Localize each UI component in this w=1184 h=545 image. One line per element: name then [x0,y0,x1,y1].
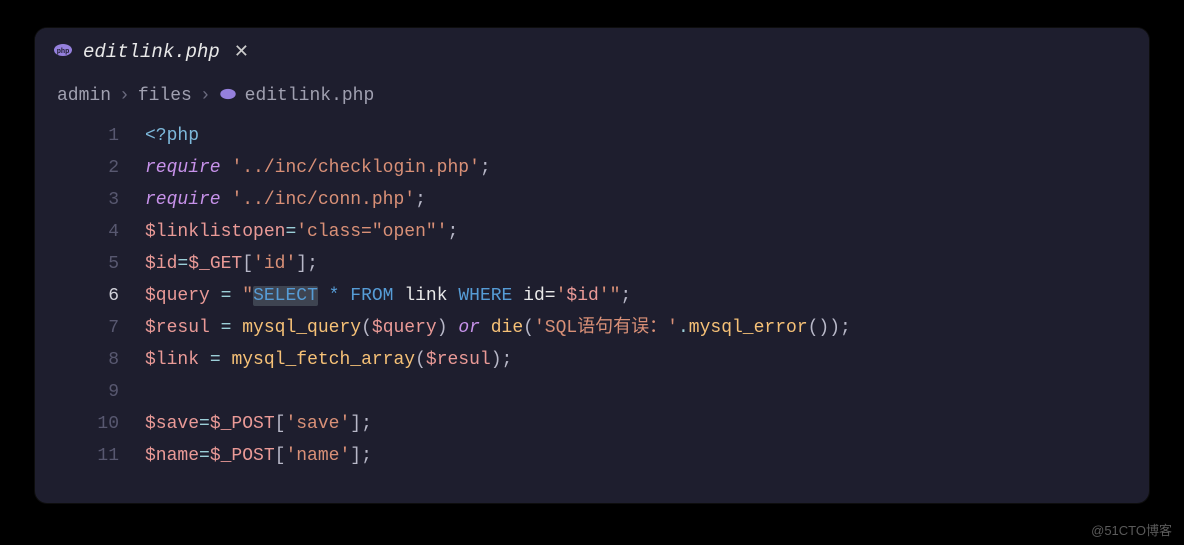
code-line[interactable]: require '../inc/checklogin.php'; [145,152,1149,184]
breadcrumb-item[interactable]: admin [57,86,111,106]
code-content[interactable]: <?php require '../inc/checklogin.php'; r… [145,120,1149,472]
breadcrumb-item[interactable]: files [138,86,192,106]
file-tab[interactable]: php editlink.php ✕ [35,28,271,76]
code-line-empty[interactable] [145,376,1149,408]
code-line[interactable]: $id=$_GET['id']; [145,248,1149,280]
chevron-right-icon: › [119,86,130,106]
gutter: 1 2 3 4 5 6 7 8 9 10 11 [35,120,145,472]
php-icon [219,88,237,105]
watermark: @51CTO博客 [1091,520,1172,539]
tab-bar: php editlink.php ✕ [35,28,1149,76]
line-number: 11 [97,440,119,472]
svg-text:php: php [57,48,70,56]
line-number: 8 [108,344,119,376]
code-line[interactable]: $query = "SELECT * FROM link WHERE id='$… [145,280,1149,312]
line-number: 2 [108,152,119,184]
code-line[interactable]: $name=$_POST['name']; [145,440,1149,472]
code-line[interactable]: require '../inc/conn.php'; [145,184,1149,216]
php-icon: php [53,43,73,62]
code-line[interactable]: $resul = mysql_query($query) or die('SQL… [145,312,1149,344]
code-line[interactable]: $link = mysql_fetch_array($resul); [145,344,1149,376]
code-line[interactable]: $linklistopen='class="open"'; [145,216,1149,248]
code-line[interactable]: <?php [145,120,1149,152]
close-icon[interactable]: ✕ [230,39,253,65]
line-number: 3 [108,184,119,216]
code-area[interactable]: 1 2 3 4 5 6 7 8 9 10 11 <?php require '.… [35,120,1149,472]
code-line[interactable]: $save=$_POST['save']; [145,408,1149,440]
line-number: 7 [108,312,119,344]
breadcrumb-item[interactable]: editlink.php [245,86,375,106]
editor-window: php editlink.php ✕ admin › files › editl… [35,28,1149,503]
line-number: 1 [108,120,119,152]
line-number: 9 [108,376,119,408]
line-number: 4 [108,216,119,248]
line-number: 5 [108,248,119,280]
line-number: 10 [97,408,119,440]
chevron-right-icon: › [200,86,211,106]
line-number-active: 6 [108,280,119,312]
breadcrumb[interactable]: admin › files › editlink.php [35,76,1149,120]
tab-title: editlink.php [83,41,220,63]
